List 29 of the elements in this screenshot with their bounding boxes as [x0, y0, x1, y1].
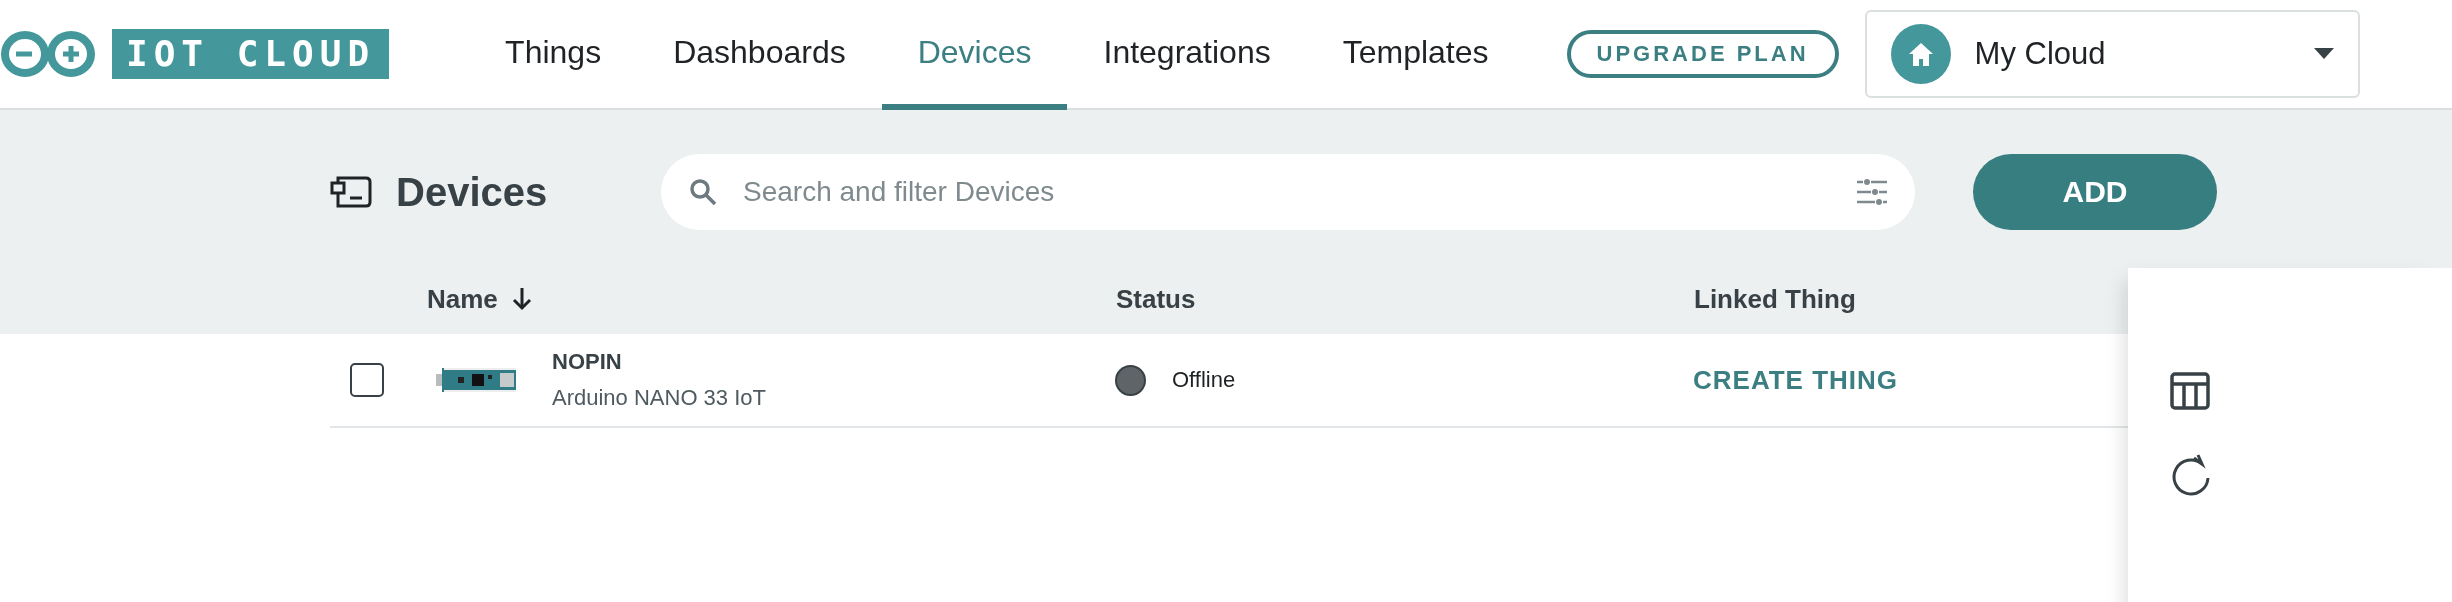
- table-layout-icon[interactable]: [2170, 372, 2210, 410]
- refresh-icon[interactable]: [2170, 454, 2212, 498]
- device-icon: [330, 175, 372, 209]
- create-thing-link[interactable]: CREATE THING: [1693, 364, 1899, 396]
- infinity-logo-icon: [0, 29, 96, 79]
- column-header[interactable]: Status: [1116, 283, 1196, 314]
- home-icon: [1890, 24, 1951, 84]
- board-type: Arduino NANO 33 IoT: [552, 385, 767, 411]
- page-title: Devices: [396, 169, 549, 215]
- caret-icon: [2313, 48, 2334, 60]
- search-field[interactable]: Search and filter Devices: [741, 175, 1857, 209]
- filter-icon[interactable]: [1857, 179, 1887, 205]
- nav-tab[interactable]: Dashboards: [637, 0, 882, 110]
- row-checkbox[interactable]: [350, 363, 384, 397]
- status-dot: [1115, 364, 1146, 396]
- sort-arrow-icon[interactable]: [511, 287, 532, 311]
- device-name[interactable]: NOPIN: [552, 349, 852, 375]
- column-header[interactable]: Linked Thing: [1694, 283, 1856, 314]
- space-selector[interactable]: My Cloud: [1864, 10, 2360, 98]
- search-bar[interactable]: Search and filter Devices: [661, 154, 1915, 230]
- search-icon: [689, 178, 717, 206]
- circuit-board-icon: [436, 365, 516, 395]
- nav-tab[interactable]: Integrations: [1067, 0, 1307, 110]
- add-button[interactable]: ADD: [1973, 154, 2217, 230]
- nav-tab[interactable]: Templates: [1306, 0, 1525, 110]
- upgrade-plan-button[interactable]: UPGRADE PLAN: [1566, 30, 1839, 78]
- nav-tab[interactable]: Things: [469, 0, 638, 110]
- column-header[interactable]: Name: [427, 283, 498, 315]
- status-text: Offline: [1172, 367, 1236, 393]
